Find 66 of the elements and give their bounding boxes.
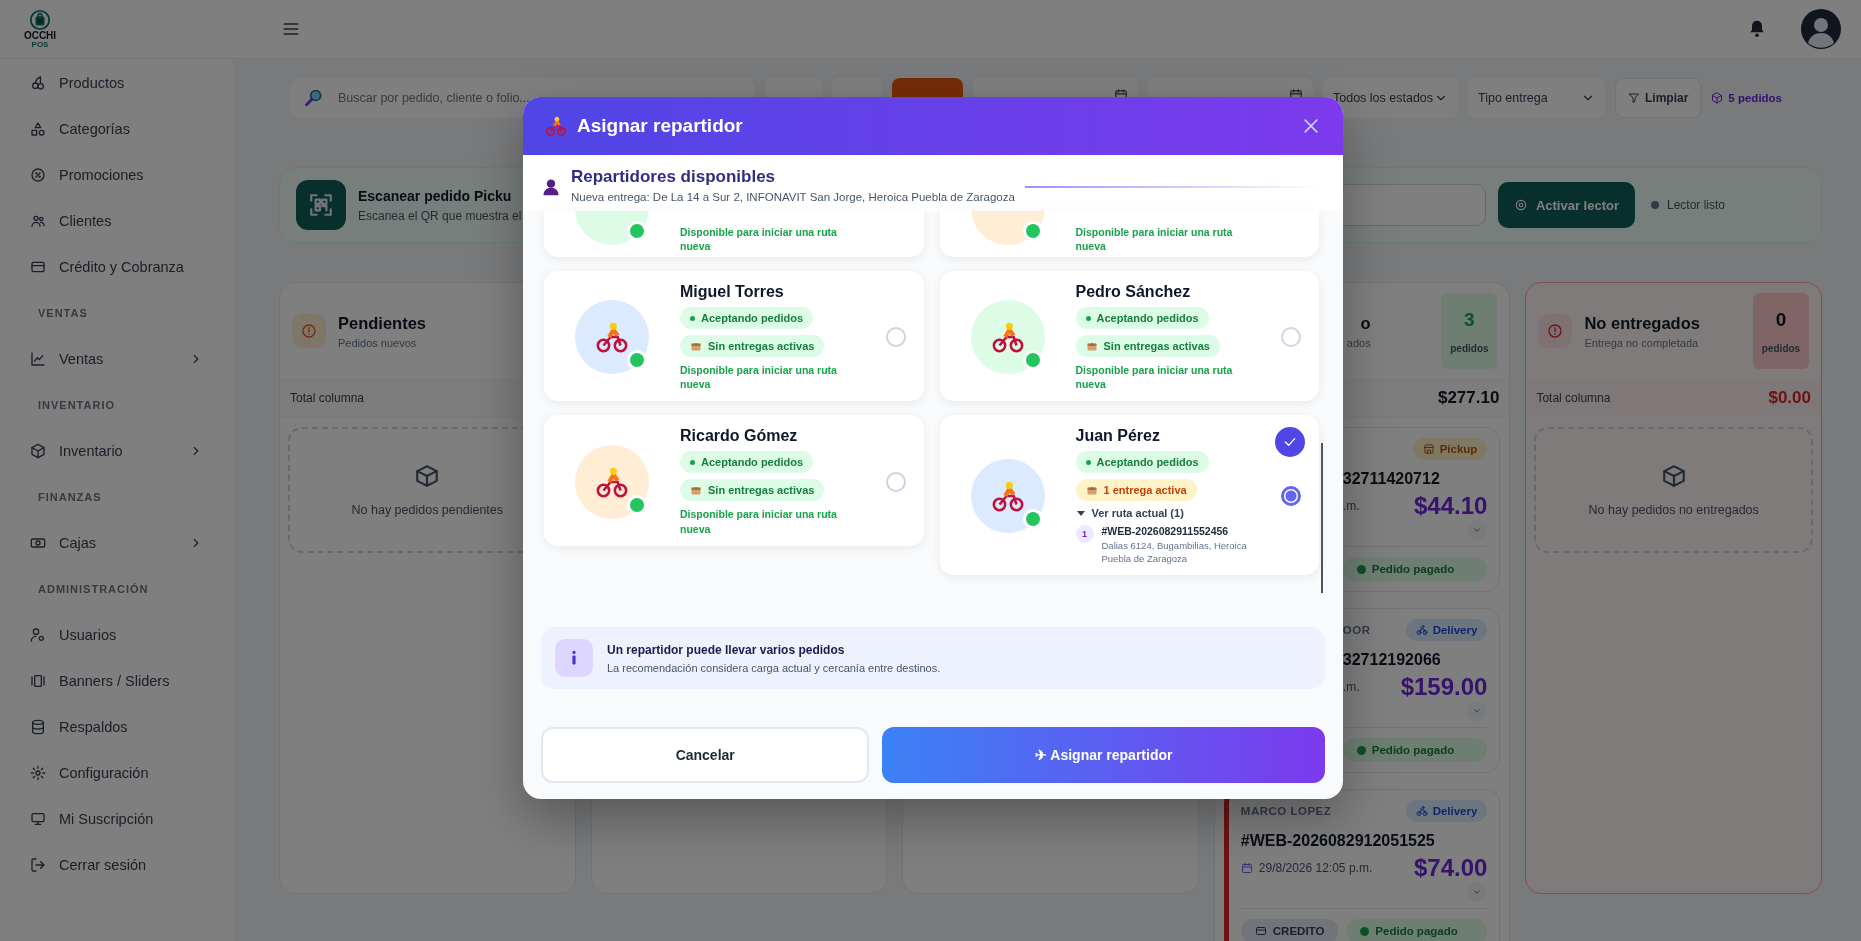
- delivery-type-badge: Delivery: [1405, 800, 1488, 822]
- column-title: o: [1359, 313, 1371, 333]
- info-title: Un repartidor puede llevar varios pedidos: [607, 642, 846, 657]
- courier-name: Ricardo Gómez: [680, 427, 798, 446]
- availability-badge: Aceptando pedidos: [680, 451, 814, 474]
- column-subtitle: Pedidos nuevos: [338, 336, 418, 349]
- sidebar-section-label: FINANZAS: [37, 490, 103, 505]
- payment-status-badge: Pedido pagado: [1342, 738, 1488, 762]
- order-date: .m.: [1342, 499, 1360, 513]
- payment-method-badge: CREDITO: [1240, 919, 1339, 941]
- delivery-type-badge: Pickup: [1412, 438, 1488, 460]
- order-amount: $44.10: [1414, 492, 1488, 520]
- empty-message: No hay pedidos pendientes: [351, 503, 504, 517]
- sidebar-section-label: ADMINISTRACIÓN: [37, 582, 150, 597]
- scanner-title: Escanear pedido Picku: [358, 187, 513, 204]
- load-badge: Sin entregas activas: [680, 479, 825, 502]
- sidebar-section-label: INVENTARIO: [37, 398, 117, 413]
- info-text: La recomendación considera carga actual y cercanía entre destinos.: [607, 661, 941, 674]
- availability-badge: Aceptando pedidos: [680, 307, 814, 329]
- order-date: .m.: [1342, 680, 1360, 694]
- courier-name: Miguel Torres: [680, 283, 784, 301]
- column-total: $277.10: [1437, 388, 1500, 408]
- customer-name: OOR: [1342, 624, 1371, 636]
- count-label: pedidos: [1761, 342, 1801, 354]
- count-label: pedidos: [1450, 342, 1489, 354]
- courier-note: Disponible para iniciar una ruta nueva: [1075, 224, 1234, 253]
- courier-name: Juan Pérez: [1075, 427, 1160, 446]
- courier-name: Pedro Sánchez: [1075, 283, 1191, 301]
- delivery-type-badge: Delivery: [1405, 619, 1488, 641]
- column-subtitle: ados: [1346, 336, 1371, 349]
- count-value: 0: [1775, 308, 1787, 331]
- load-badge: Sin entregas activas: [680, 335, 825, 357]
- availability-badge: Aceptando pedidos: [1075, 307, 1209, 329]
- load-badge: Sin entregas activas: [1075, 335, 1220, 357]
- order-number: 32712192066: [1342, 651, 1442, 669]
- total-label: Total columna: [290, 391, 365, 405]
- column-title: Pendientes: [338, 313, 428, 333]
- order-date: 29/8/2026 12:05 p.m.: [1258, 861, 1373, 875]
- payment-status-badge: Pedido pagado: [1342, 557, 1488, 581]
- order-number: #WEB-2026082912051525: [1240, 832, 1436, 850]
- empty-message: No hay pedidos no entregados: [1588, 503, 1759, 517]
- load-badge: 1 entrega activa: [1075, 479, 1197, 502]
- payment-status-badge: Pedido pagado: [1346, 919, 1488, 941]
- courier-note: Disponible para iniciar una ruta nueva: [680, 507, 838, 536]
- courier-note: Disponible para iniciar una ruta nueva: [680, 224, 838, 253]
- customer-name: MARCO LOPEZ: [1240, 805, 1332, 817]
- order-number: 32711420712: [1342, 470, 1441, 488]
- total-label: Total columna: [1536, 391, 1611, 405]
- column-title: No entregados: [1584, 313, 1701, 333]
- column-total: $0.00: [1768, 388, 1811, 408]
- section-title: Repartidores disponibles: [571, 167, 777, 187]
- reader-status: Lector listo: [1666, 198, 1725, 212]
- availability-badge: Aceptando pedidos: [1075, 451, 1209, 474]
- order-amount: $74.00: [1414, 854, 1488, 882]
- courier-note: Disponible para iniciar una ruta nueva: [680, 363, 838, 392]
- delivery-address: Nueva entrega: De La 14 a Sur 2, INFONAVIT San Jorge, Heroica Puebla de Zaragoza: [571, 191, 1015, 203]
- courier-note: Disponible para iniciar una ruta nueva: [1075, 363, 1234, 392]
- stop-number: 1: [1075, 525, 1094, 544]
- order-amount: $159.00: [1400, 673, 1488, 701]
- column-subtitle: Entrega no completada: [1584, 336, 1700, 349]
- sidebar-section-label: VENTAS: [37, 306, 89, 321]
- dialog-title: Asignar repartidor: [577, 115, 743, 137]
- order-count-label: 5 pedidos: [1728, 92, 1783, 104]
- scanner-description: Escanea el QR que muestra el: [358, 208, 522, 223]
- count-value: 3: [1464, 308, 1475, 331]
- brand-logo: OCCHI POS: [20, 9, 60, 49]
